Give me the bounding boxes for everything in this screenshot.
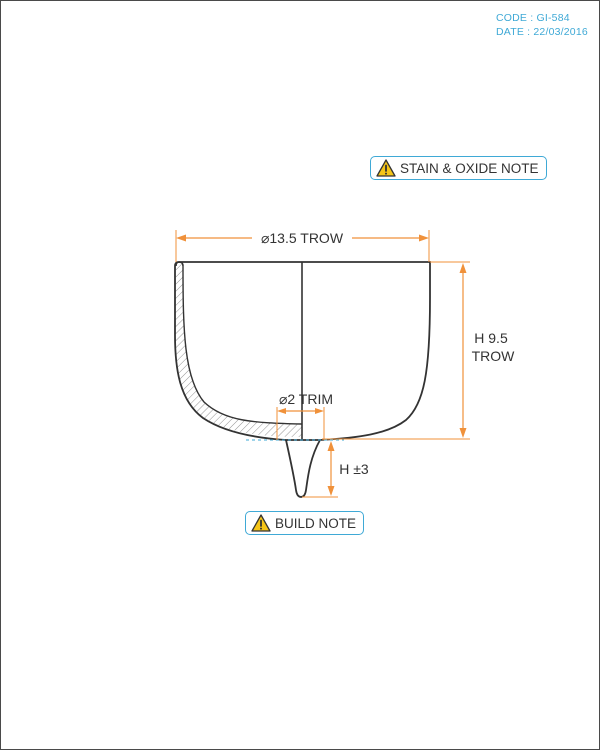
height-label-line2: TROW — [472, 348, 516, 364]
diameter-label: ⌀13.5 TROW — [261, 230, 344, 246]
foot-height-label: H ±3 — [339, 461, 369, 477]
warning-triangle-icon — [376, 159, 396, 177]
technical-drawing: ⌀13.5 TROW H 9.5 TROW ⌀2 TRIM H ±3 — [174, 230, 522, 498]
build-note-label: BUILD NOTE — [275, 515, 357, 531]
height-label-line1: H 9.5 — [474, 330, 508, 346]
foot-height-dimension — [302, 441, 338, 498]
foot-profile — [285, 439, 321, 498]
build-note[interactable]: BUILD NOTE — [245, 511, 365, 535]
stain-oxide-note-label: STAIN & OXIDE NOTE — [400, 160, 539, 176]
trim-label: ⌀2 TRIM — [279, 391, 333, 407]
height-dimension — [322, 261, 470, 440]
warning-triangle-icon — [251, 514, 271, 532]
stain-oxide-note[interactable]: STAIN & OXIDE NOTE — [370, 156, 547, 180]
